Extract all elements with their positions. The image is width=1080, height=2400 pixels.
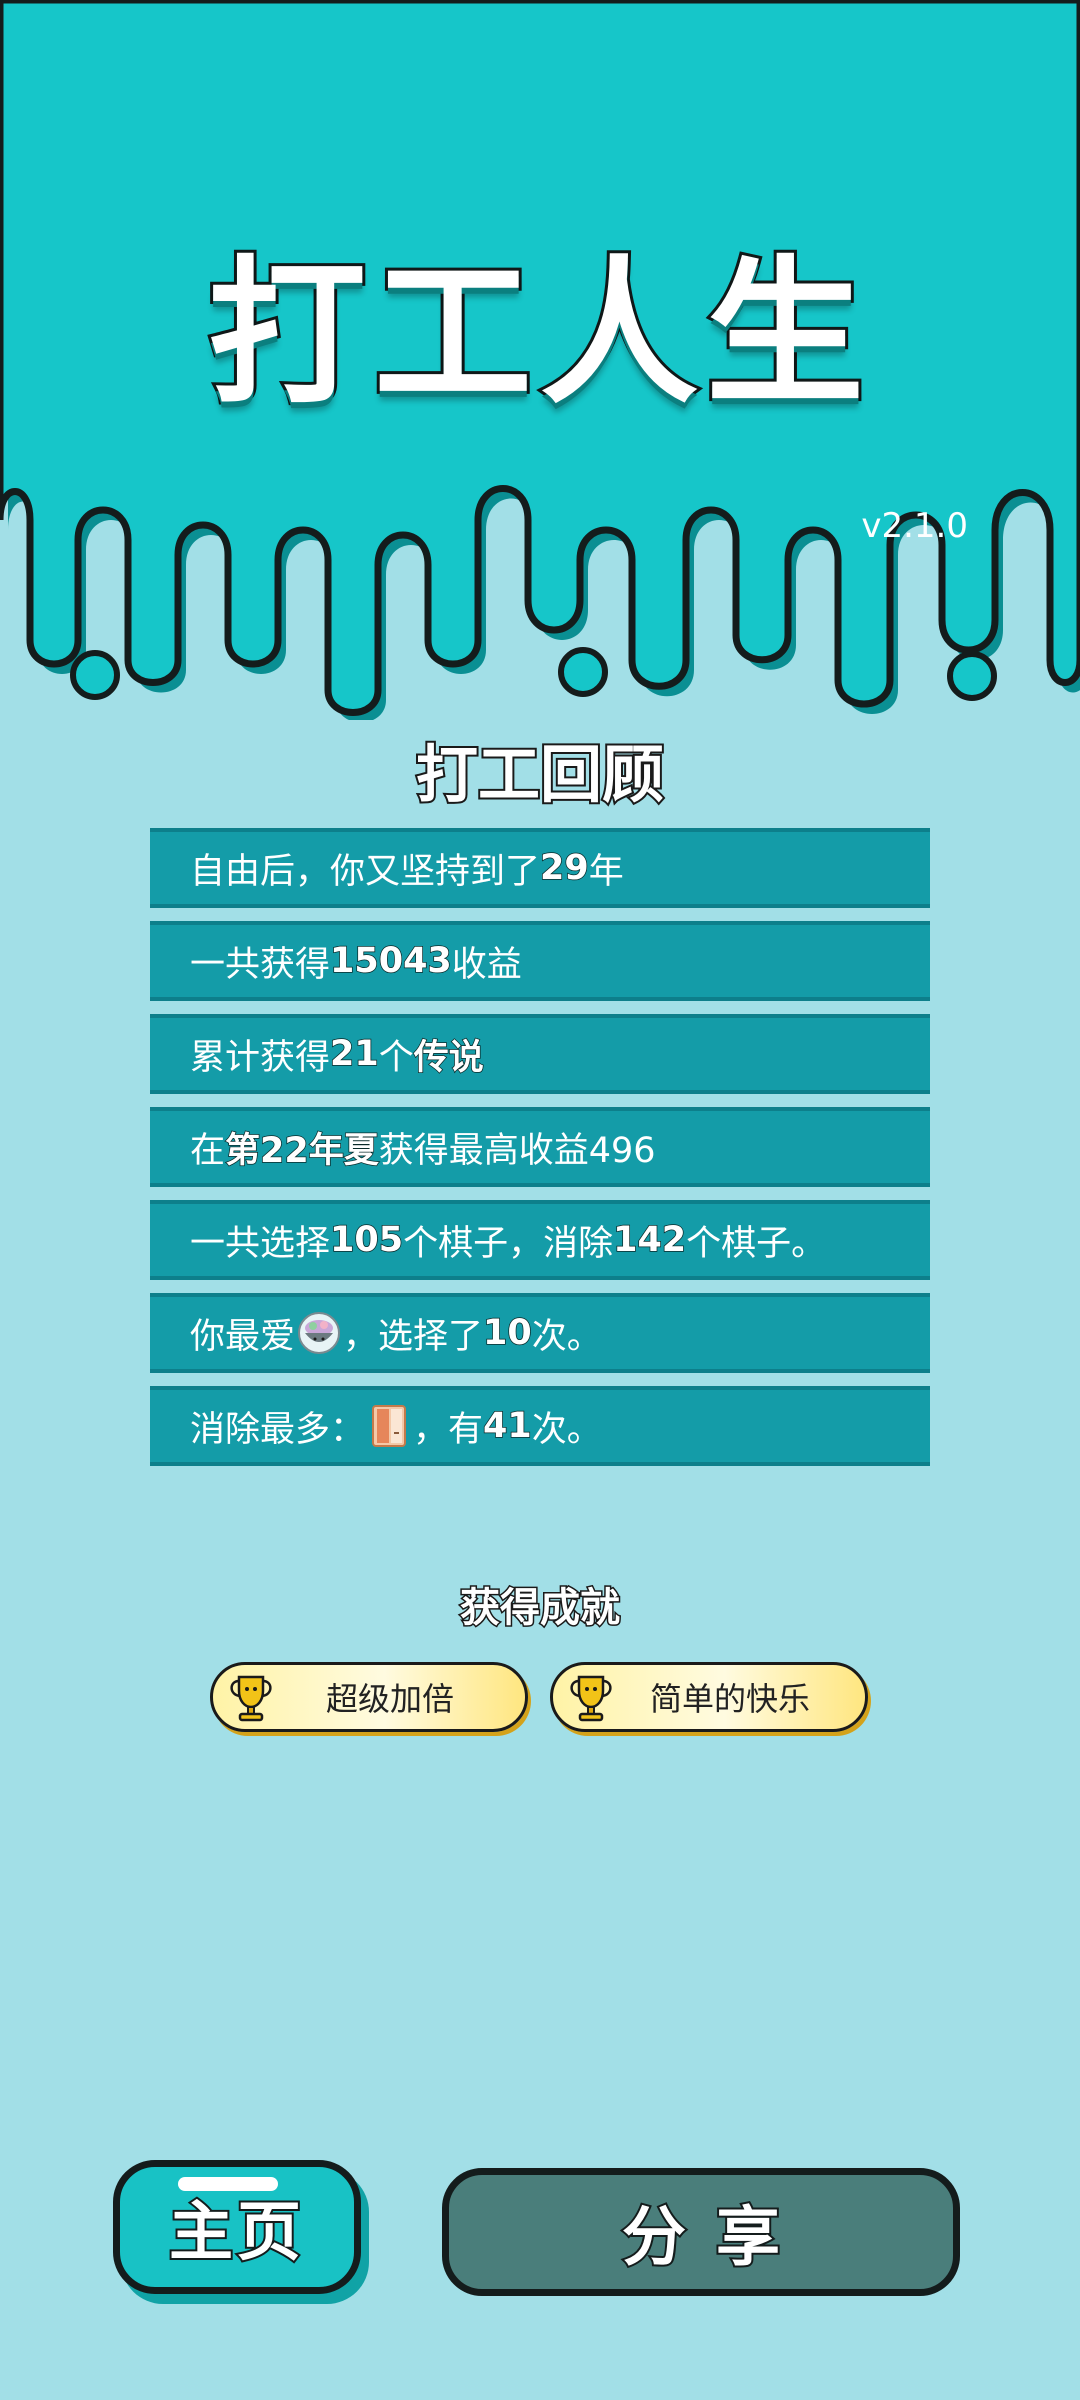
- achievement-badge[interactable]: 简单的快乐: [550, 1662, 868, 1732]
- stat-text: 个棋子。: [686, 1223, 827, 1264]
- achievement-label: 简单的快乐: [649, 1680, 810, 1718]
- stat-text: 收益: [451, 944, 522, 985]
- stat-row-favorite: 你最爱 ，选择了 10 次。: [150, 1293, 930, 1373]
- trophy-icon: [230, 1675, 272, 1722]
- review-title: 打工回顾: [414, 736, 666, 813]
- rock-bowl-icon: [298, 1312, 341, 1354]
- stat-text: 一共选择: [190, 1223, 331, 1264]
- stat-value: 142: [612, 1219, 687, 1261]
- achievements-title: 获得成就: [459, 1584, 622, 1633]
- stat-value: 41: [482, 1405, 532, 1447]
- stat-text: 年: [588, 851, 624, 892]
- stat-text: 次。: [531, 1409, 602, 1450]
- stat-row-income: 一共获得 15043 收益: [150, 921, 930, 1001]
- stat-row-legends: 累计获得 21 个传说: [150, 1014, 930, 1094]
- stat-value: 105: [329, 1219, 404, 1261]
- stat-text: 获得最高收益496: [378, 1130, 656, 1171]
- stat-row-best-income: 在 第22年夏 获得最高收益496: [150, 1107, 930, 1187]
- button-shine: [178, 2177, 278, 2191]
- stat-text: ，有: [413, 1409, 484, 1450]
- stat-value: 29: [539, 847, 589, 889]
- stat-value: 15043: [329, 940, 452, 982]
- stat-text: 次。: [531, 1316, 602, 1357]
- stat-text: 在: [190, 1130, 226, 1171]
- trophy-icon: [570, 1675, 612, 1722]
- stat-text: 消除最多：: [190, 1409, 366, 1450]
- stat-text: 个: [378, 1037, 414, 1078]
- review-stats-list: 自由后，你又坚持到了 29 年 一共获得 15043 收益 累计获得 21 个传说 在 第2…: [150, 828, 930, 1479]
- stat-row-most-cleared: 消除最多： ，有 41 次。: [150, 1386, 930, 1466]
- game-title: 打工人生: [205, 242, 872, 426]
- achievement-label: 超级加倍: [325, 1680, 454, 1718]
- door-icon: [372, 1405, 407, 1447]
- home-button[interactable]: 主页: [113, 2160, 361, 2294]
- stat-text: 自由后，你又坚持到了: [190, 851, 541, 892]
- stat-text: 你最爱: [190, 1316, 296, 1357]
- stat-text: 个棋子，消除: [403, 1223, 614, 1264]
- stat-text: 一共获得: [190, 944, 331, 985]
- achievement-badge[interactable]: 超级加倍: [210, 1662, 528, 1732]
- stat-text: 累计获得: [190, 1037, 331, 1078]
- stat-row-years: 自由后，你又坚持到了 29 年: [150, 828, 930, 908]
- stat-value: 第22年夏: [224, 1130, 379, 1172]
- stat-value: 21: [329, 1033, 379, 1075]
- share-button[interactable]: 分享: [442, 2168, 960, 2296]
- stat-row-pieces: 一共选择 105 个棋子，消除 142 个棋子。: [150, 1200, 930, 1280]
- share-button-label: 分享: [620, 2199, 810, 2277]
- stat-value: 传说: [413, 1037, 485, 1079]
- stat-text: ，选择了: [343, 1316, 484, 1357]
- version-label: v2.1.0: [861, 506, 968, 546]
- stat-value: 10: [482, 1312, 532, 1354]
- home-button-label: 主页: [167, 2194, 305, 2272]
